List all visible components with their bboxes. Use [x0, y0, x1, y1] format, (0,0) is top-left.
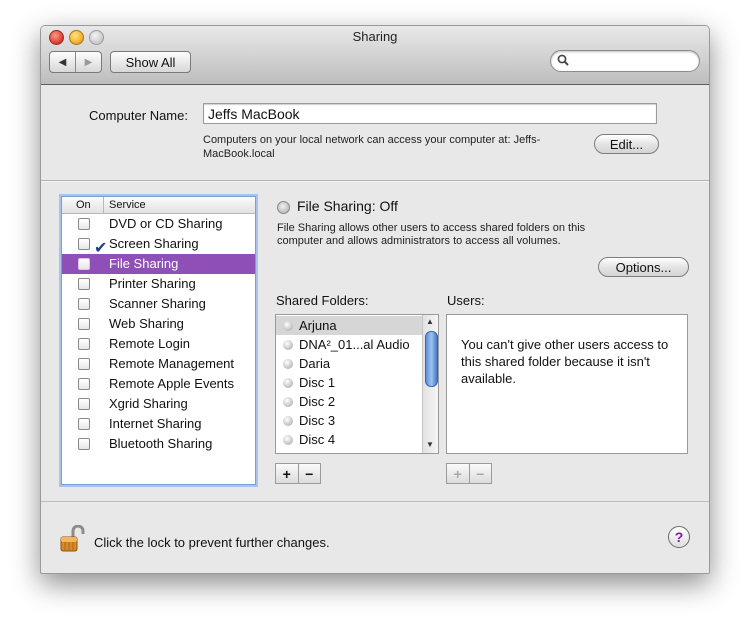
service-row[interactable]: Bluetooth Sharing	[62, 434, 255, 454]
shared-folder-name: DNA²_01...al Audio	[299, 337, 410, 352]
forward-arrow-icon[interactable]: ▶	[76, 52, 101, 72]
volume-icon	[283, 340, 293, 350]
service-row[interactable]: Scanner Sharing	[62, 294, 255, 314]
service-checkbox[interactable]	[78, 218, 90, 230]
shared-folder-name: Disc 3	[299, 413, 336, 428]
toolbar: Sharing ◀ ▶ Show All	[41, 26, 709, 85]
folders-scrollbar[interactable]: ▲ ▼	[422, 315, 438, 453]
shared-folder-row[interactable]: Disc 4	[276, 430, 422, 449]
service-label: File Sharing	[109, 256, 179, 271]
service-row[interactable]: Remote Management	[62, 354, 255, 374]
shared-folder-name: Arjuna	[299, 318, 337, 333]
service-checkbox[interactable]	[78, 278, 90, 290]
service-checkbox[interactable]	[78, 318, 90, 330]
service-row[interactable]: File Sharing	[62, 254, 255, 274]
remove-folder-button[interactable]: −	[299, 464, 321, 483]
service-label: Remote Management	[109, 356, 235, 371]
window-title: Sharing	[352, 29, 398, 44]
service-checkbox[interactable]	[78, 338, 90, 350]
service-label: Xgrid Sharing	[109, 396, 188, 411]
footer-divider	[41, 501, 709, 502]
users-label: Users:	[447, 293, 485, 308]
shared-folder-name: Disc 2	[299, 394, 336, 409]
service-label: Remote Login	[109, 336, 190, 351]
options-button[interactable]: Options...	[598, 257, 689, 277]
service-list[interactable]: On Service DVD or CD Sharing ✔ Screen Shar…	[61, 196, 256, 485]
volume-icon	[283, 435, 293, 445]
service-list-header: On Service	[62, 197, 255, 214]
service-label: Screen Sharing	[109, 236, 199, 251]
users-unavailable-message: You can't give other users access to thi…	[461, 337, 669, 386]
service-row[interactable]: ✔ Screen Sharing	[62, 234, 255, 257]
scroll-up-icon[interactable]: ▲	[426, 317, 434, 326]
folder-add-remove: + −	[275, 463, 321, 484]
service-label: DVD or CD Sharing	[109, 216, 223, 231]
search-input[interactable]	[573, 52, 695, 70]
shared-folder-row[interactable]: Arjuna	[276, 316, 422, 335]
service-checkbox[interactable]	[78, 378, 90, 390]
shared-folder-row[interactable]: Disc 3	[276, 411, 422, 430]
add-user-button[interactable]: +	[447, 464, 470, 483]
back-forward-control[interactable]: ◀ ▶	[49, 51, 102, 73]
service-label: Scanner Sharing	[109, 296, 206, 311]
service-checkbox[interactable]	[78, 298, 90, 310]
show-all-button[interactable]: Show All	[110, 51, 191, 73]
help-button[interactable]: ?	[668, 526, 690, 548]
shared-folder-name: Disc 1	[299, 375, 336, 390]
volume-icon	[283, 321, 293, 331]
volume-icon	[283, 416, 293, 426]
scroll-down-icon[interactable]: ▼	[426, 440, 434, 449]
section-divider	[41, 180, 709, 182]
status-indicator-icon	[277, 201, 290, 214]
service-row[interactable]: Xgrid Sharing	[62, 394, 255, 414]
service-label: Web Sharing	[109, 316, 184, 331]
user-add-remove: + −	[446, 463, 492, 484]
service-row[interactable]: Remote Apple Events	[62, 374, 255, 394]
service-column-header[interactable]: Service	[109, 199, 146, 211]
volume-icon	[283, 359, 293, 369]
volume-icon	[283, 378, 293, 388]
service-row[interactable]: Web Sharing	[62, 314, 255, 334]
remove-user-button[interactable]: −	[470, 464, 492, 483]
service-row[interactable]: DVD or CD Sharing	[62, 214, 255, 234]
search-field[interactable]	[550, 50, 700, 72]
service-row[interactable]: Internet Sharing	[62, 414, 255, 434]
service-checkbox[interactable]	[78, 438, 90, 450]
service-label: Remote Apple Events	[109, 376, 235, 391]
shared-folder-row[interactable]: Disc 2	[276, 392, 422, 411]
shared-folders-list[interactable]: Arjuna DNA²_01...al Audio Daria Disc 1 Disc …	[275, 314, 439, 454]
lock-message: Click the lock to prevent further change…	[94, 535, 330, 550]
service-row[interactable]: Remote Login	[62, 334, 255, 354]
on-column-header[interactable]: On	[76, 199, 91, 211]
file-sharing-status: File Sharing: Off	[297, 198, 398, 214]
shared-folder-row[interactable]: DNA²_01...al Audio	[276, 335, 422, 354]
edit-button[interactable]: Edit...	[594, 134, 659, 154]
computer-name-label: Computer Name:	[89, 108, 188, 123]
service-checkbox[interactable]: ✔	[78, 238, 107, 257]
shared-folder-name: Daria	[299, 356, 331, 371]
service-checkbox[interactable]	[78, 258, 90, 270]
sharing-window: Sharing ◀ ▶ Show All Computer Name: Jeff…	[40, 25, 710, 574]
service-checkbox[interactable]	[78, 418, 90, 430]
shared-folder-row[interactable]: Disc 1	[276, 373, 422, 392]
shared-folder-row[interactable]: Daria	[276, 354, 422, 373]
add-folder-button[interactable]: +	[276, 464, 299, 483]
shared-folder-name: Disc 4	[299, 432, 336, 447]
service-checkbox[interactable]	[78, 398, 90, 410]
search-icon	[557, 54, 569, 66]
lock-open-icon[interactable]	[59, 525, 85, 553]
service-checkbox[interactable]	[78, 358, 90, 370]
service-label: Printer Sharing	[109, 276, 196, 291]
back-arrow-icon[interactable]: ◀	[50, 52, 76, 72]
service-label: Bluetooth Sharing	[109, 436, 213, 451]
shared-folders-label: Shared Folders:	[276, 293, 369, 308]
file-sharing-description: File Sharing allows other users to acces…	[277, 222, 586, 247]
scroll-thumb[interactable]	[425, 331, 438, 387]
volume-icon	[283, 397, 293, 407]
computer-address-note: Computers on your local network can acce…	[203, 134, 541, 160]
users-list[interactable]: You can't give other users access to thi…	[446, 314, 688, 454]
computer-name-field[interactable]: Jeffs MacBook	[203, 103, 657, 124]
service-label: Internet Sharing	[109, 416, 202, 431]
service-row[interactable]: Printer Sharing	[62, 274, 255, 294]
